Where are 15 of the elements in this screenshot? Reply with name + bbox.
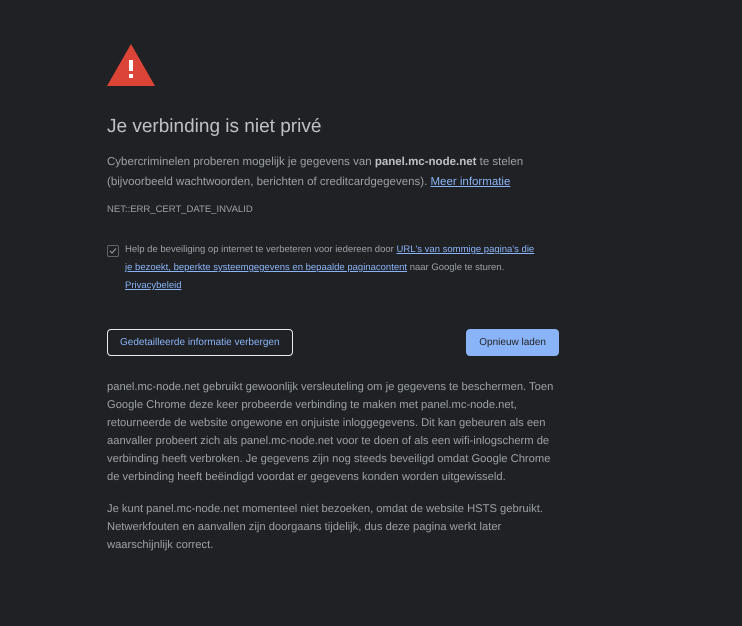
details-paragraph: panel.mc-node.net gebruikt gewoonlijk versleuteling om je gegevens te beschermen. Toen Google Chrome deze keer probeerde verbinding te maken met panel.mc-node.net, retourneerde de website ongewone en onjuiste inloggegevens. Dit kan gebeuren als een aanvaller probeert zich als panel.mc-node.net voor te doen of als een wifi-inlogscherm de verbinding heeft verbroken. Je gegevens zijn nog steeds beveiligd omdat Google Chrome de verbinding heeft beëindigd voordat er gegevens konden worden uitgewisseld. (107, 380, 554, 485)
report-text: Help de beveiliging op internet te verbeteren voor iedereen door (125, 244, 394, 255)
data-link[interactable]: je bezoekt, beperkte systeemgegevens en bepaalde paginacontent (125, 262, 408, 273)
intro-paragraph: Cybercriminelen proberen mogelijk je gegevens van panel.mc-node.net te stelen (bijvoorbeeld wachtwoorden, berichten of creditcardgegevens). Meer informatie (107, 155, 524, 190)
page-heading: Je verbinding is niet privé (107, 116, 322, 138)
details-toggle-button[interactable]: Gedetailleerde informatie verbergen (107, 329, 293, 356)
warning-icon (107, 44, 155, 86)
report-text: naar Google te sturen. (410, 262, 504, 273)
reload-button[interactable]: Opnieuw laden (466, 329, 559, 356)
privacy-link[interactable]: Privacybeleid (125, 280, 182, 291)
more-info-link[interactable]: Meer informatie (430, 176, 510, 188)
data-link[interactable]: URL's van sommige pagina's die (396, 244, 534, 255)
error-code: NET::ERR_CERT_DATE_INVALID (107, 204, 254, 215)
details-paragraph: Je kunt panel.mc-node.net momenteel niet bezoeken, omdat de website HSTS gebruikt. Netwerkfouten en aanvallen zijn doorgaans tijdelijk, dus deze pagina werkt later waarschijnlijk correct. (107, 502, 544, 553)
report-checkbox[interactable] (107, 245, 119, 257)
